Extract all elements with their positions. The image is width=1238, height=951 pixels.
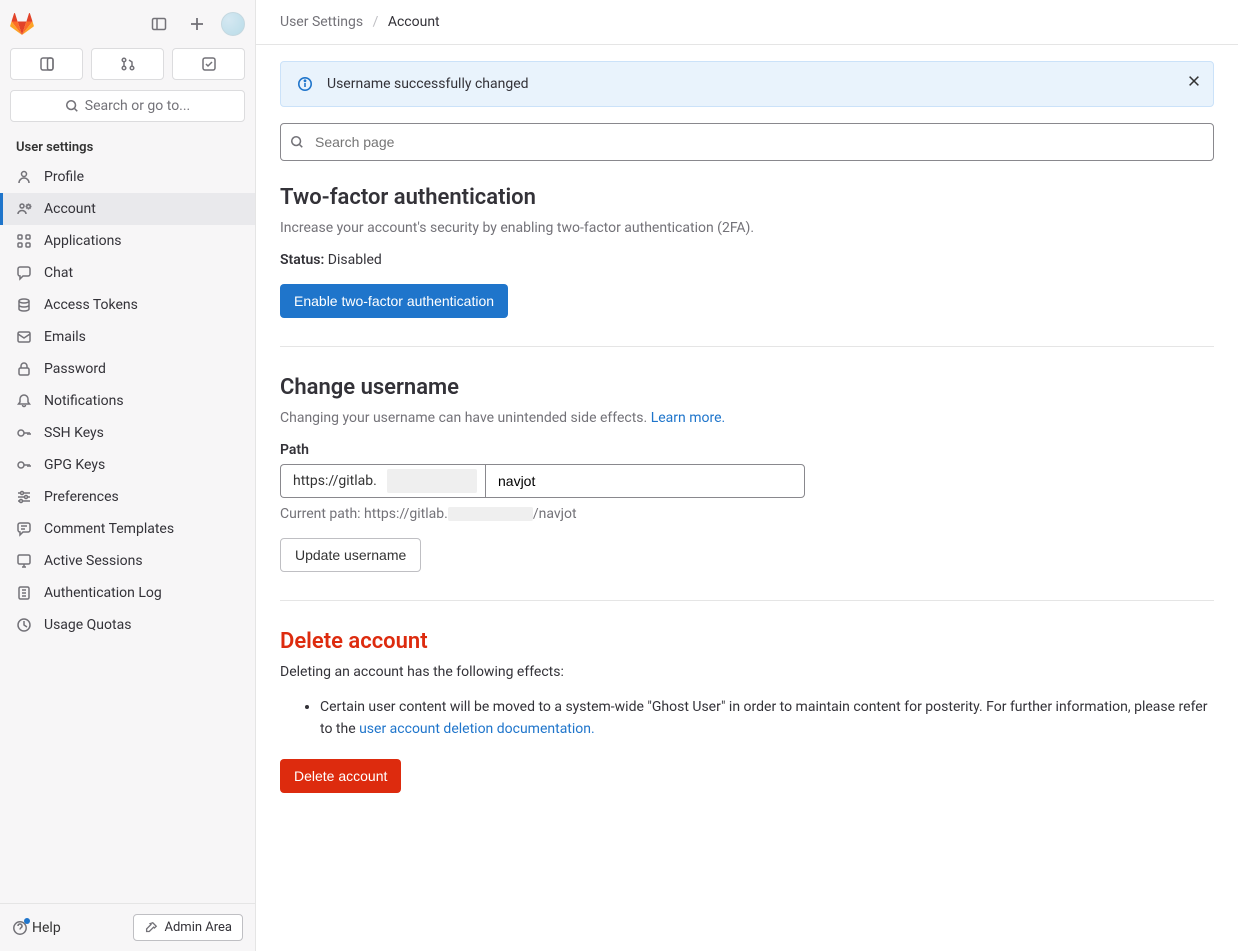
sidebar-item-label: Password — [44, 361, 106, 377]
sidebar-toggle-icon[interactable] — [145, 10, 173, 38]
help-link[interactable]: Help — [12, 920, 61, 936]
enable-2fa-button[interactable]: Enable two-factor authentication — [280, 284, 508, 318]
search-page-wrapper — [280, 123, 1214, 161]
chat-icon — [16, 265, 32, 281]
sidebar-item-label: Preferences — [44, 489, 119, 505]
sidebar-section-title: User settings — [0, 130, 255, 161]
bell-icon — [16, 393, 32, 409]
username-input[interactable] — [485, 464, 805, 498]
sidebar-item-usage-quotas[interactable]: Usage Quotas — [0, 609, 255, 641]
info-icon — [297, 76, 313, 92]
applications-icon — [16, 233, 32, 249]
sidebar-item-label: SSH Keys — [44, 425, 104, 441]
search-label: Search or go to... — [85, 98, 191, 114]
sidebar-item-label: GPG Keys — [44, 457, 105, 473]
merge-requests-button[interactable] — [91, 48, 164, 80]
alert-message: Username successfully changed — [327, 76, 529, 92]
url-prefix: https://gitlab. — [280, 464, 485, 498]
preferences-icon — [16, 489, 32, 505]
change-username-title: Change username — [280, 375, 1214, 400]
learn-more-link[interactable]: Learn more. — [651, 410, 726, 426]
change-username-desc: Changing your username can have unintend… — [280, 410, 1214, 426]
sidebar-item-chat[interactable]: Chat — [0, 257, 255, 289]
sidebar-item-label: Notifications — [44, 393, 124, 409]
log-icon — [16, 585, 32, 601]
admin-area-button[interactable]: Admin Area — [133, 914, 243, 941]
delete-effects-list: Certain user content will be moved to a … — [300, 696, 1214, 741]
admin-icon — [144, 921, 158, 935]
token-icon — [16, 297, 32, 313]
two-factor-title: Two-factor authentication — [280, 185, 1214, 210]
sidebar-item-label: Usage Quotas — [44, 617, 131, 633]
sidebar-item-label: Authentication Log — [44, 585, 162, 601]
current-path: Current path: https://gitlab./navjot — [280, 506, 1214, 522]
sidebar-item-label: Active Sessions — [44, 553, 143, 569]
sidebar-item-label: Profile — [44, 169, 84, 185]
sidebar-item-comment-templates[interactable]: Comment Templates — [0, 513, 255, 545]
delete-effect-item: Certain user content will be moved to a … — [320, 696, 1214, 741]
sidebar: Search or go to... User settings Profile… — [0, 0, 256, 951]
delete-account-section: Delete account Deleting an account has t… — [280, 629, 1214, 821]
sidebar-item-notifications[interactable]: Notifications — [0, 385, 255, 417]
admin-label: Admin Area — [164, 920, 232, 935]
sidebar-item-profile[interactable]: Profile — [0, 161, 255, 193]
alert-close-button[interactable] — [1187, 74, 1201, 88]
two-factor-desc: Increase your account's security by enab… — [280, 220, 1214, 236]
sidebar-item-active-sessions[interactable]: Active Sessions — [0, 545, 255, 577]
breadcrumb-current: Account — [388, 14, 440, 30]
sidebar-item-access-tokens[interactable]: Access Tokens — [0, 289, 255, 321]
email-icon — [16, 329, 32, 345]
sidebar-item-ssh-keys[interactable]: SSH Keys — [0, 417, 255, 449]
sidebar-item-label: Comment Templates — [44, 521, 174, 537]
search-page-input[interactable] — [280, 123, 1214, 161]
update-username-button[interactable]: Update username — [280, 538, 421, 572]
success-alert: Username successfully changed — [280, 61, 1214, 107]
help-icon — [12, 920, 28, 936]
key-icon — [16, 457, 32, 473]
sidebar-item-applications[interactable]: Applications — [0, 225, 255, 257]
key-icon — [16, 425, 32, 441]
lock-icon — [16, 361, 32, 377]
search-button[interactable]: Search or go to... — [10, 90, 245, 122]
sidebar-item-authentication-log[interactable]: Authentication Log — [0, 577, 255, 609]
user-avatar[interactable] — [221, 12, 245, 36]
help-label: Help — [32, 920, 61, 936]
issues-button[interactable] — [10, 48, 83, 80]
account-icon — [16, 201, 32, 217]
profile-icon — [16, 169, 32, 185]
plus-icon[interactable] — [183, 10, 211, 38]
sidebar-item-label: Chat — [44, 265, 73, 281]
breadcrumb-separator: / — [373, 14, 379, 30]
breadcrumb-parent[interactable]: User Settings — [280, 14, 363, 30]
sidebar-item-label: Applications — [44, 233, 122, 249]
delete-account-desc: Deleting an account has the following ef… — [280, 664, 1214, 680]
sidebar-item-label: Account — [44, 201, 96, 217]
change-username-section: Change username Changing your username c… — [280, 375, 1214, 601]
two-factor-status: Status: Disabled — [280, 252, 1214, 268]
sidebar-item-account[interactable]: Account — [0, 193, 255, 225]
two-factor-section: Two-factor authentication Increase your … — [280, 185, 1214, 347]
username-input-group: https://gitlab. — [280, 464, 805, 498]
quota-icon — [16, 617, 32, 633]
delete-account-button[interactable]: Delete account — [280, 759, 401, 793]
sidebar-item-label: Access Tokens — [44, 297, 138, 313]
sidebar-item-password[interactable]: Password — [0, 353, 255, 385]
sidebar-item-preferences[interactable]: Preferences — [0, 481, 255, 513]
deletion-docs-link[interactable]: user account deletion documentation. — [359, 721, 595, 737]
sidebar-item-gpg-keys[interactable]: GPG Keys — [0, 449, 255, 481]
main-content: User Settings / Account Username success… — [256, 0, 1238, 951]
delete-account-title: Delete account — [280, 629, 1214, 654]
comment-icon — [16, 521, 32, 537]
sidebar-item-label: Emails — [44, 329, 86, 345]
breadcrumb: User Settings / Account — [256, 0, 1238, 45]
search-icon — [290, 135, 304, 149]
monitor-icon — [16, 553, 32, 569]
todos-button[interactable] — [172, 48, 245, 80]
path-label: Path — [280, 442, 1214, 458]
sidebar-item-emails[interactable]: Emails — [0, 321, 255, 353]
gitlab-logo[interactable] — [10, 12, 34, 36]
